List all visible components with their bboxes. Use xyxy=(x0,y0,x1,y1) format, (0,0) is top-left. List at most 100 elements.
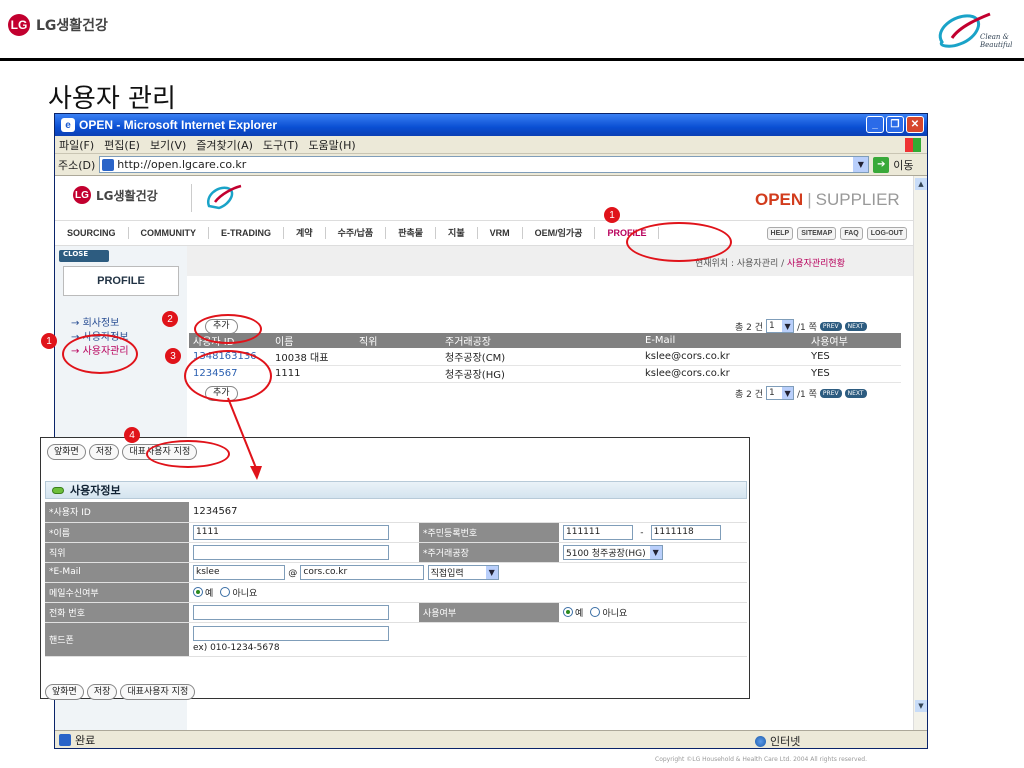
annotation-badge-2: 2 xyxy=(162,311,178,327)
site-lg-logo[interactable]: LG LG생활건강 xyxy=(73,186,158,204)
site-logo-text: LG생활건강 xyxy=(96,188,158,203)
position-input[interactable] xyxy=(193,544,389,560)
page-select[interactable]: 1 ▼ xyxy=(766,386,795,400)
table-row[interactable]: 1348163136 10038 대표 청주공장(CM) kslee@cors.… xyxy=(189,348,901,366)
main-factory-value: 5100 청주공장(HG) xyxy=(566,548,646,559)
globe-icon xyxy=(755,735,766,747)
radio-label-yes: 예 xyxy=(205,588,214,599)
chevron-down-icon: ▼ xyxy=(649,545,662,559)
zone-text: 인터넷 xyxy=(770,735,801,748)
clean-line-1: Clean & xyxy=(980,33,1009,41)
nav-vrm[interactable]: VRM xyxy=(478,227,523,239)
menu-file[interactable]: 파일(F) xyxy=(59,137,94,153)
nav-community[interactable]: COMMUNITY xyxy=(129,227,210,239)
back-button[interactable]: 앞화면 xyxy=(45,684,84,700)
mail-recv-no-radio[interactable] xyxy=(220,587,231,597)
email-id-input[interactable]: kslee xyxy=(193,564,285,580)
save-button[interactable]: 저장 xyxy=(88,444,120,460)
mobile-input[interactable] xyxy=(193,625,389,641)
close-window-button[interactable]: ✕ xyxy=(906,116,924,133)
detail-toolbar-bottom: 앞화면 저장 대표사용자 지정 xyxy=(45,684,196,700)
col-name[interactable]: 이름 xyxy=(271,333,355,348)
help-link[interactable]: HELP xyxy=(766,227,794,240)
col-position[interactable]: 직위 xyxy=(355,333,441,348)
table-row[interactable]: 1234567 1111 청주공장(HG) kslee@cors.co.kr Y… xyxy=(189,365,901,383)
page-icon xyxy=(102,158,115,171)
menu-view[interactable]: 보기(V) xyxy=(150,137,186,153)
value-user-id: 1234567 xyxy=(189,502,747,523)
nav-etrading[interactable]: E-TRADING xyxy=(209,227,285,239)
set-main-user-button[interactable]: 대표사용자 지정 xyxy=(120,684,196,700)
main-factory-select[interactable]: 5100 청주공장(HG) ▼ xyxy=(563,544,663,560)
resident-no-first-input[interactable]: 111111 xyxy=(563,524,633,540)
page-select[interactable]: 1 ▼ xyxy=(766,319,795,333)
email-at-sign: @ xyxy=(288,568,298,578)
go-button[interactable]: 이동 xyxy=(893,157,913,173)
mail-recv-yes-radio[interactable] xyxy=(193,587,203,597)
browser-menubar: 파일(F) 편집(E) 보기(V) 즐겨찾기(A) 도구(T) 도움말(H) xyxy=(55,136,927,154)
label-resident-no: *주민등록번호 xyxy=(419,522,559,543)
close-sidebar-button[interactable]: CLOSE xyxy=(59,250,109,262)
label-mail-recv: 메일수신여부 xyxy=(45,582,189,603)
chevron-down-icon: ▼ xyxy=(782,320,794,332)
form-row-phone: 전화 번호 사용여부 예 아니요 xyxy=(45,602,747,623)
faq-link[interactable]: FAQ xyxy=(840,227,863,240)
mobile-hint: ex) 010-1234-5678 xyxy=(193,642,280,653)
site-header: LG LG생활건강 OPEN | SUPPLIER xyxy=(55,176,913,220)
use-no-radio[interactable] xyxy=(590,607,601,617)
nav-sourcing[interactable]: SOURCING xyxy=(55,227,129,239)
nav-contract[interactable]: 계약 xyxy=(284,227,326,239)
restore-button[interactable]: ❐ xyxy=(886,116,904,133)
next-page-button[interactable]: NEXT xyxy=(844,321,867,331)
next-page-button[interactable]: NEXT xyxy=(844,388,867,398)
breadcrumb-prefix: 현재위치 : 사용자관리 / xyxy=(695,259,788,269)
browser-title: OPEN - Microsoft Internet Explorer xyxy=(79,118,278,132)
email-domain-input[interactable]: cors.co.kr xyxy=(300,564,425,580)
scroll-up-icon[interactable]: ▲ xyxy=(915,178,927,190)
menu-edit[interactable]: 편집(E) xyxy=(104,137,140,153)
menu-tools[interactable]: 도구(T) xyxy=(263,137,299,153)
sitemap-link[interactable]: SITEMAP xyxy=(797,227,837,240)
label-mobile: 핸드폰 xyxy=(45,622,189,657)
resident-no-second-input[interactable]: 1111118 xyxy=(650,524,721,540)
prev-page-button[interactable]: PREV xyxy=(819,321,842,331)
col-use-yn[interactable]: 사용여부 xyxy=(807,333,901,348)
browser-titlebar: e OPEN - Microsoft Internet Explorer _ ❐… xyxy=(55,114,927,136)
chevron-down-icon[interactable]: ▼ xyxy=(853,157,869,172)
use-yes-radio[interactable] xyxy=(563,607,573,617)
nav-order-delivery[interactable]: 수주/납품 xyxy=(326,227,387,239)
col-factory[interactable]: 주거래공장 xyxy=(441,333,641,348)
toggle-icon[interactable] xyxy=(52,486,64,494)
go-arrow-icon[interactable]: ➔ xyxy=(873,156,890,173)
brand-open: OPEN xyxy=(755,190,804,209)
menu-help[interactable]: 도움말(H) xyxy=(308,137,355,153)
sidebar-item-company-info[interactable]: → 회사정보 xyxy=(71,314,119,329)
nav-promo[interactable]: 판촉물 xyxy=(386,227,437,239)
pager-bottom: 총 2 건 1 ▼ /1 쪽 PREV NEXT xyxy=(735,386,867,400)
address-input[interactable]: http://open.lgcare.co.kr ▼ xyxy=(99,156,870,173)
col-email[interactable]: E-Mail xyxy=(641,333,807,348)
email-domain-select[interactable]: 직접입력 ▼ xyxy=(427,564,499,580)
nav-oem[interactable]: OEM/임가공 xyxy=(523,227,596,239)
radio-label-no: 아니요 xyxy=(602,608,628,619)
chevron-down-icon: ▼ xyxy=(782,387,794,399)
section-title: 사용자정보 xyxy=(70,484,121,497)
scroll-down-icon[interactable]: ▼ xyxy=(915,700,927,712)
ie-icon: e xyxy=(61,118,75,132)
logout-link[interactable]: LOG-OUT xyxy=(866,227,907,240)
name-input[interactable]: 1111 xyxy=(193,524,389,540)
menu-favorites[interactable]: 즐겨찾기(A) xyxy=(196,137,253,153)
phone-input[interactable] xyxy=(193,604,389,620)
clean-beautiful-text: Clean & Beautiful xyxy=(980,33,1012,49)
annotation-ring-sidebar xyxy=(62,334,138,374)
back-button[interactable]: 앞화면 xyxy=(47,444,86,460)
header-divider xyxy=(191,184,192,212)
save-button[interactable]: 저장 xyxy=(86,684,118,700)
clean-line-2: Beautiful xyxy=(980,41,1013,49)
label-name: *이름 xyxy=(45,522,189,543)
minimize-button[interactable]: _ xyxy=(866,116,884,133)
vertical-scrollbar[interactable]: ▲ ▼ xyxy=(913,176,927,730)
nav-payment[interactable]: 지불 xyxy=(436,227,478,239)
prev-page-button[interactable]: PREV xyxy=(819,388,842,398)
cell-position xyxy=(355,365,441,383)
